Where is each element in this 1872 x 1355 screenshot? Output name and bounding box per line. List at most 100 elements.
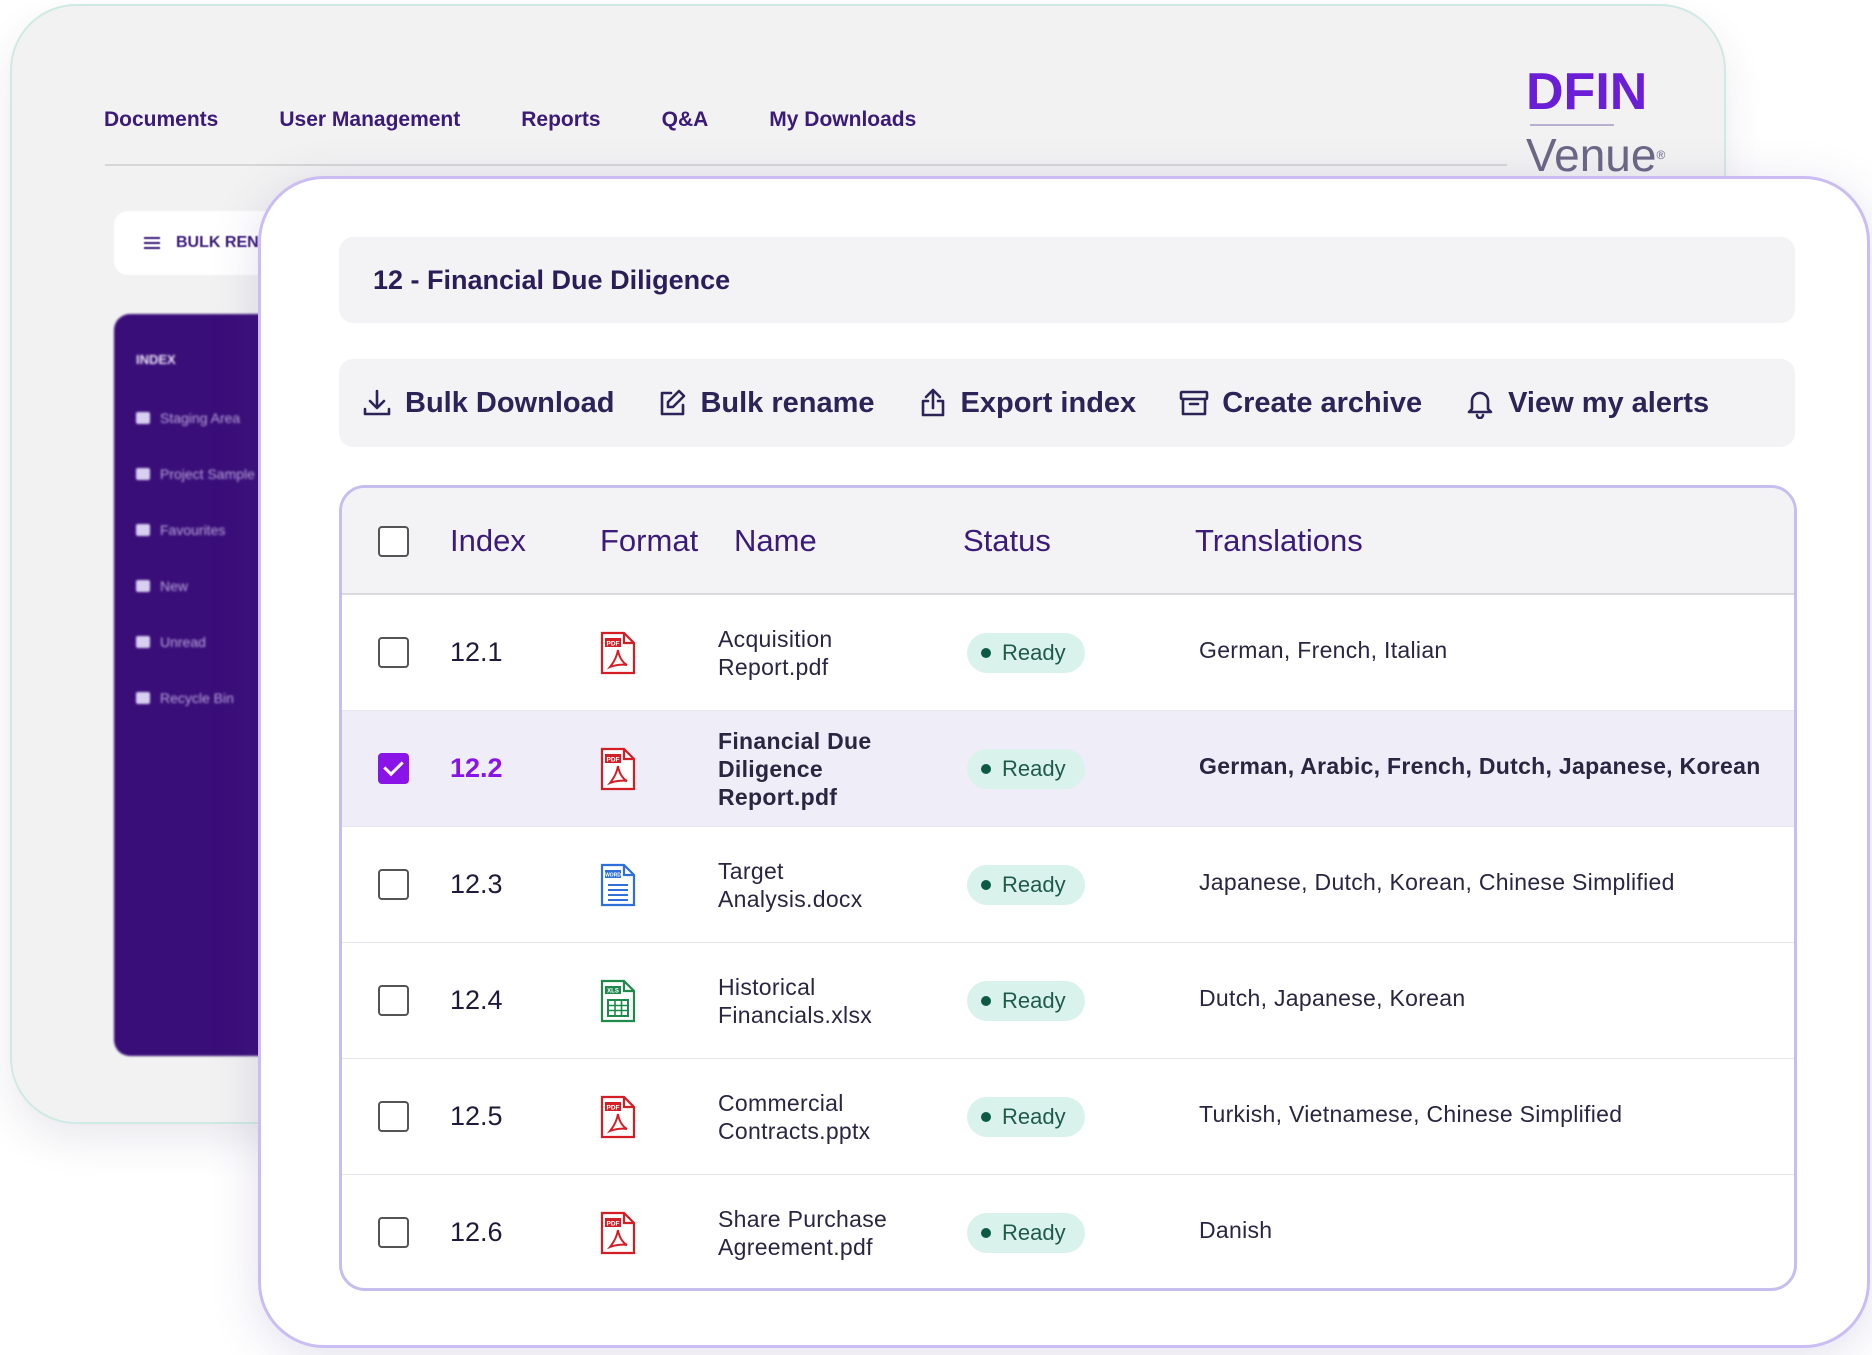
list-icon	[144, 234, 160, 252]
column-header-index[interactable]: Index	[450, 523, 526, 559]
documents-table: Index Format Name Status Translations 12…	[339, 485, 1797, 1291]
file-name-line: Report.pdf	[718, 654, 829, 680]
sidebar-item-label: Staging Area	[160, 410, 241, 426]
pdf-file-icon: PDF	[600, 747, 636, 791]
nav-user-management[interactable]: User Management	[279, 108, 460, 132]
status-badge: Ready	[967, 1097, 1085, 1137]
file-name-line: Report.pdf	[718, 784, 838, 810]
column-header-translations[interactable]: Translations	[1195, 523, 1363, 559]
bulk-rename-label: Bulk rename	[700, 386, 875, 419]
file-name-line: Historical	[718, 974, 816, 1000]
nav-qa[interactable]: Q&A	[662, 108, 709, 132]
row-file-name[interactable]: Share Purchase Agreement.pdf	[718, 1205, 918, 1261]
folder-header: 12 - Financial Due Diligence	[339, 237, 1795, 323]
file-name-line: Share Purchase	[718, 1206, 888, 1232]
file-name-line: Financial Due	[718, 728, 872, 754]
format-tag: PDF	[607, 757, 620, 764]
row-file-name[interactable]: Historical Financials.xlsx	[718, 973, 918, 1029]
folder-icon	[136, 468, 150, 480]
row-checkbox[interactable]	[378, 985, 409, 1016]
pdf-file-icon: PDF	[600, 631, 636, 675]
bulk-rename-button[interactable]: Bulk rename	[656, 386, 875, 420]
row-file-name[interactable]: Acquisition Report.pdf	[718, 625, 918, 681]
row-index: 12.6	[450, 1217, 503, 1247]
table-row[interactable]: 12.3 WORD Target Analysis.docx Ready Japanese…	[342, 827, 1794, 943]
sidebar-item-label: Recycle Bin	[160, 690, 234, 706]
file-name-line: Financials.xlsx	[718, 1002, 873, 1028]
row-translations: German, French, Italian	[1199, 637, 1448, 663]
row-checkbox[interactable]	[378, 753, 409, 784]
word-file-icon: WORD	[600, 863, 636, 907]
row-index: 12.3	[450, 869, 503, 899]
status-badge: Ready	[967, 981, 1085, 1021]
recycle-icon	[136, 692, 150, 704]
logo-venue: Venue®	[1526, 132, 1676, 178]
table-body: 12.1 PDF Acquisition Report.pdf Ready German,…	[342, 595, 1794, 1288]
sidebar-item-label: Favourites	[160, 522, 226, 538]
file-name-line: Target	[718, 858, 784, 884]
document-icon	[136, 412, 150, 424]
export-index-button[interactable]: Export index	[917, 386, 1137, 420]
status-label: Ready	[1002, 640, 1066, 665]
status-dot-icon	[981, 880, 991, 890]
nav-my-downloads[interactable]: My Downloads	[769, 108, 916, 132]
top-navigation: Documents User Management Reports Q&A My…	[104, 108, 977, 132]
mail-icon	[136, 636, 150, 648]
file-name-line: Diligence	[718, 756, 823, 782]
file-name-line: Acquisition	[718, 626, 833, 652]
row-index: 12.5	[450, 1101, 503, 1131]
table-row[interactable]: 12.4 XLS Historical Financials.xlsx Ready Dut…	[342, 943, 1794, 1059]
file-name-line: Commercial	[718, 1090, 844, 1116]
create-archive-button[interactable]: Create archive	[1178, 387, 1422, 420]
nav-documents[interactable]: Documents	[104, 108, 218, 132]
format-tag: XLS	[607, 989, 619, 995]
table-row[interactable]: 12.6 PDF Share Purchase Agreement.pdf Ready D…	[342, 1175, 1794, 1288]
row-translations: Turkish, Vietnamese, Chinese Simplified	[1199, 1101, 1623, 1127]
file-name-line: Contracts.pptx	[718, 1118, 871, 1144]
row-checkbox[interactable]	[378, 1101, 409, 1132]
row-checkbox[interactable]	[378, 869, 409, 900]
row-checkbox[interactable]	[378, 1217, 409, 1248]
format-tag: PDF	[607, 641, 620, 648]
document-panel-window: 12 - Financial Due Diligence Bulk Downlo…	[258, 176, 1870, 1348]
sidebar-item-label: Project Sample	[160, 466, 255, 482]
row-file-name[interactable]: Financial Due Diligence Report.pdf	[718, 727, 918, 811]
row-file-name[interactable]: Target Analysis.docx	[718, 857, 918, 913]
sidebar-item-label: New	[160, 578, 189, 594]
logo-dfin: DFIN	[1526, 63, 1648, 121]
star-icon	[136, 524, 150, 536]
table-row[interactable]: 12.5 PDF Commercial Contracts.pptx Ready Turk…	[342, 1059, 1794, 1175]
column-header-name[interactable]: Name	[734, 523, 817, 559]
view-alerts-button[interactable]: View my alerts	[1464, 387, 1709, 420]
column-header-status[interactable]: Status	[963, 523, 1051, 559]
row-file-name[interactable]: Commercial Contracts.pptx	[718, 1089, 918, 1145]
select-all-checkbox[interactable]	[378, 526, 409, 557]
nav-reports[interactable]: Reports	[521, 108, 600, 132]
table-row[interactable]: 12.2 PDF Financial Due Diligence Report.pdf R…	[342, 711, 1794, 827]
excel-file-icon: XLS	[600, 979, 636, 1023]
sparkle-icon	[136, 580, 150, 592]
file-name-line: Analysis.docx	[718, 886, 863, 912]
edit-icon	[661, 389, 686, 416]
format-tag: WORD	[605, 873, 621, 879]
logo-registered-mark: ®	[1656, 148, 1666, 162]
status-dot-icon	[981, 996, 991, 1006]
folder-title: 12 - Financial Due Diligence	[373, 264, 731, 295]
table-row[interactable]: 12.1 PDF Acquisition Report.pdf Ready German,…	[342, 595, 1794, 711]
format-tag: PDF	[607, 1221, 620, 1228]
column-header-format[interactable]: Format	[600, 523, 698, 559]
view-alerts-label: View my alerts	[1508, 386, 1710, 419]
row-index: 12.2	[450, 753, 503, 783]
row-index: 12.1	[450, 637, 503, 667]
logo-venue-text: Venue	[1526, 129, 1657, 181]
row-checkbox[interactable]	[378, 637, 409, 668]
archive-icon	[1179, 390, 1209, 416]
download-icon	[363, 389, 391, 416]
bulk-download-button[interactable]: Bulk Download	[361, 387, 614, 420]
create-archive-label: Create archive	[1222, 386, 1423, 419]
status-label: Ready	[1002, 988, 1066, 1013]
upload-icon	[921, 388, 944, 417]
export-index-label: Export index	[960, 386, 1137, 419]
row-index: 12.4	[450, 985, 503, 1015]
row-translations: Dutch, Japanese, Korean	[1199, 985, 1466, 1011]
